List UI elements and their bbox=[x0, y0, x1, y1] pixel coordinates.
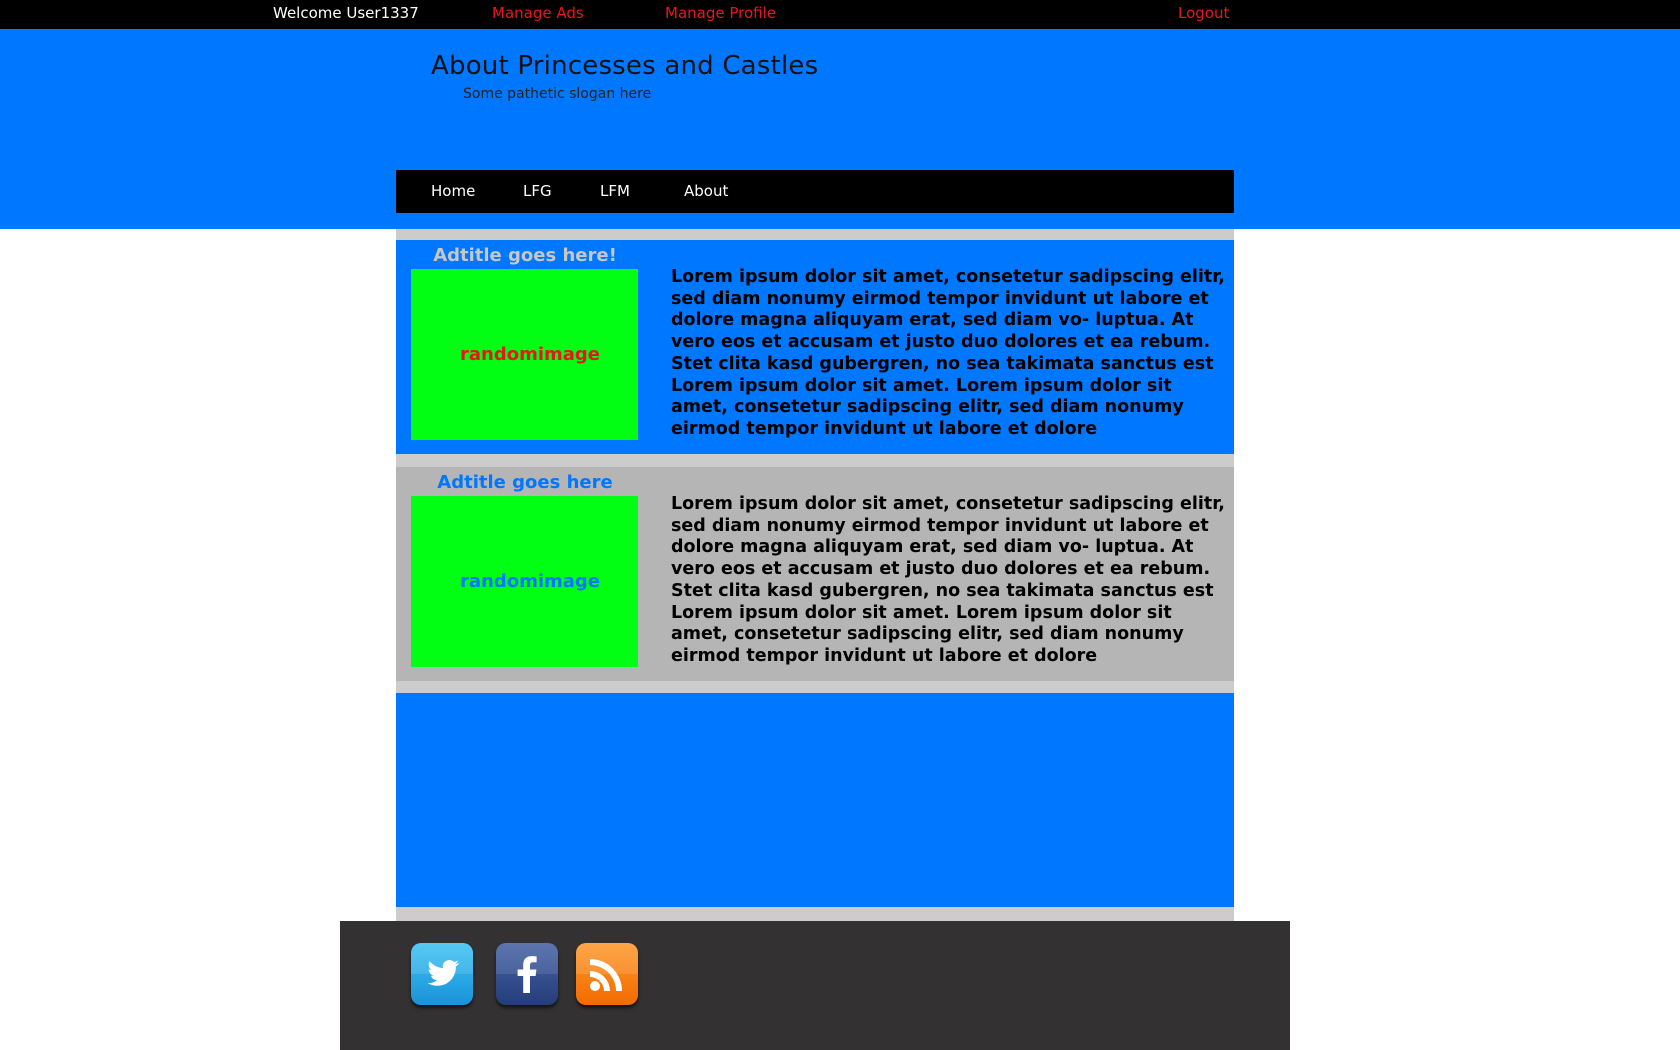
main-nav: Home LFG LFM About bbox=[396, 170, 1234, 213]
ad-image[interactable]: randomimage bbox=[411, 496, 638, 667]
site-footer bbox=[340, 921, 1290, 1050]
ad-description: Lorem ipsum dolor sit amet, consetetur s… bbox=[671, 267, 1225, 439]
content-column: Adtitle goes here! randomimage Lorem ips… bbox=[396, 229, 1234, 921]
top-bar: Welcome User1337 Manage Ads Manage Profi… bbox=[0, 0, 1680, 29]
manage-ads-link[interactable]: Manage Ads bbox=[492, 4, 584, 22]
nav-item-about[interactable]: About bbox=[684, 182, 728, 200]
nav-item-lfg[interactable]: LFG bbox=[523, 182, 552, 200]
rss-icon[interactable] bbox=[576, 943, 638, 1005]
site-header: About Princesses and Castles Some pathet… bbox=[0, 29, 1680, 229]
welcome-text: Welcome User1337 bbox=[273, 4, 419, 22]
logout-link[interactable]: Logout bbox=[1178, 4, 1229, 22]
ad-image-label: randomimage bbox=[459, 571, 600, 592]
ad-title[interactable]: Adtitle goes here! bbox=[396, 245, 654, 266]
facebook-icon[interactable] bbox=[496, 943, 558, 1005]
ad-title[interactable]: Adtitle goes here bbox=[396, 472, 654, 493]
manage-profile-link[interactable]: Manage Profile bbox=[665, 4, 776, 22]
content-block bbox=[396, 693, 1234, 907]
ad-image[interactable]: randomimage bbox=[411, 269, 638, 440]
ad-image-label: randomimage bbox=[459, 344, 600, 365]
nav-item-home[interactable]: Home bbox=[431, 182, 475, 200]
nav-item-lfm[interactable]: LFM bbox=[600, 182, 630, 200]
ad-description: Lorem ipsum dolor sit amet, consetetur s… bbox=[671, 494, 1225, 666]
site-title: About Princesses and Castles bbox=[431, 51, 819, 81]
ad-item[interactable]: Adtitle goes here! randomimage Lorem ips… bbox=[396, 240, 1234, 454]
twitter-icon[interactable] bbox=[411, 943, 473, 1005]
site-slogan: Some pathetic slogan here bbox=[463, 86, 652, 102]
ad-item[interactable]: Adtitle goes here randomimage Lorem ipsu… bbox=[396, 467, 1234, 681]
